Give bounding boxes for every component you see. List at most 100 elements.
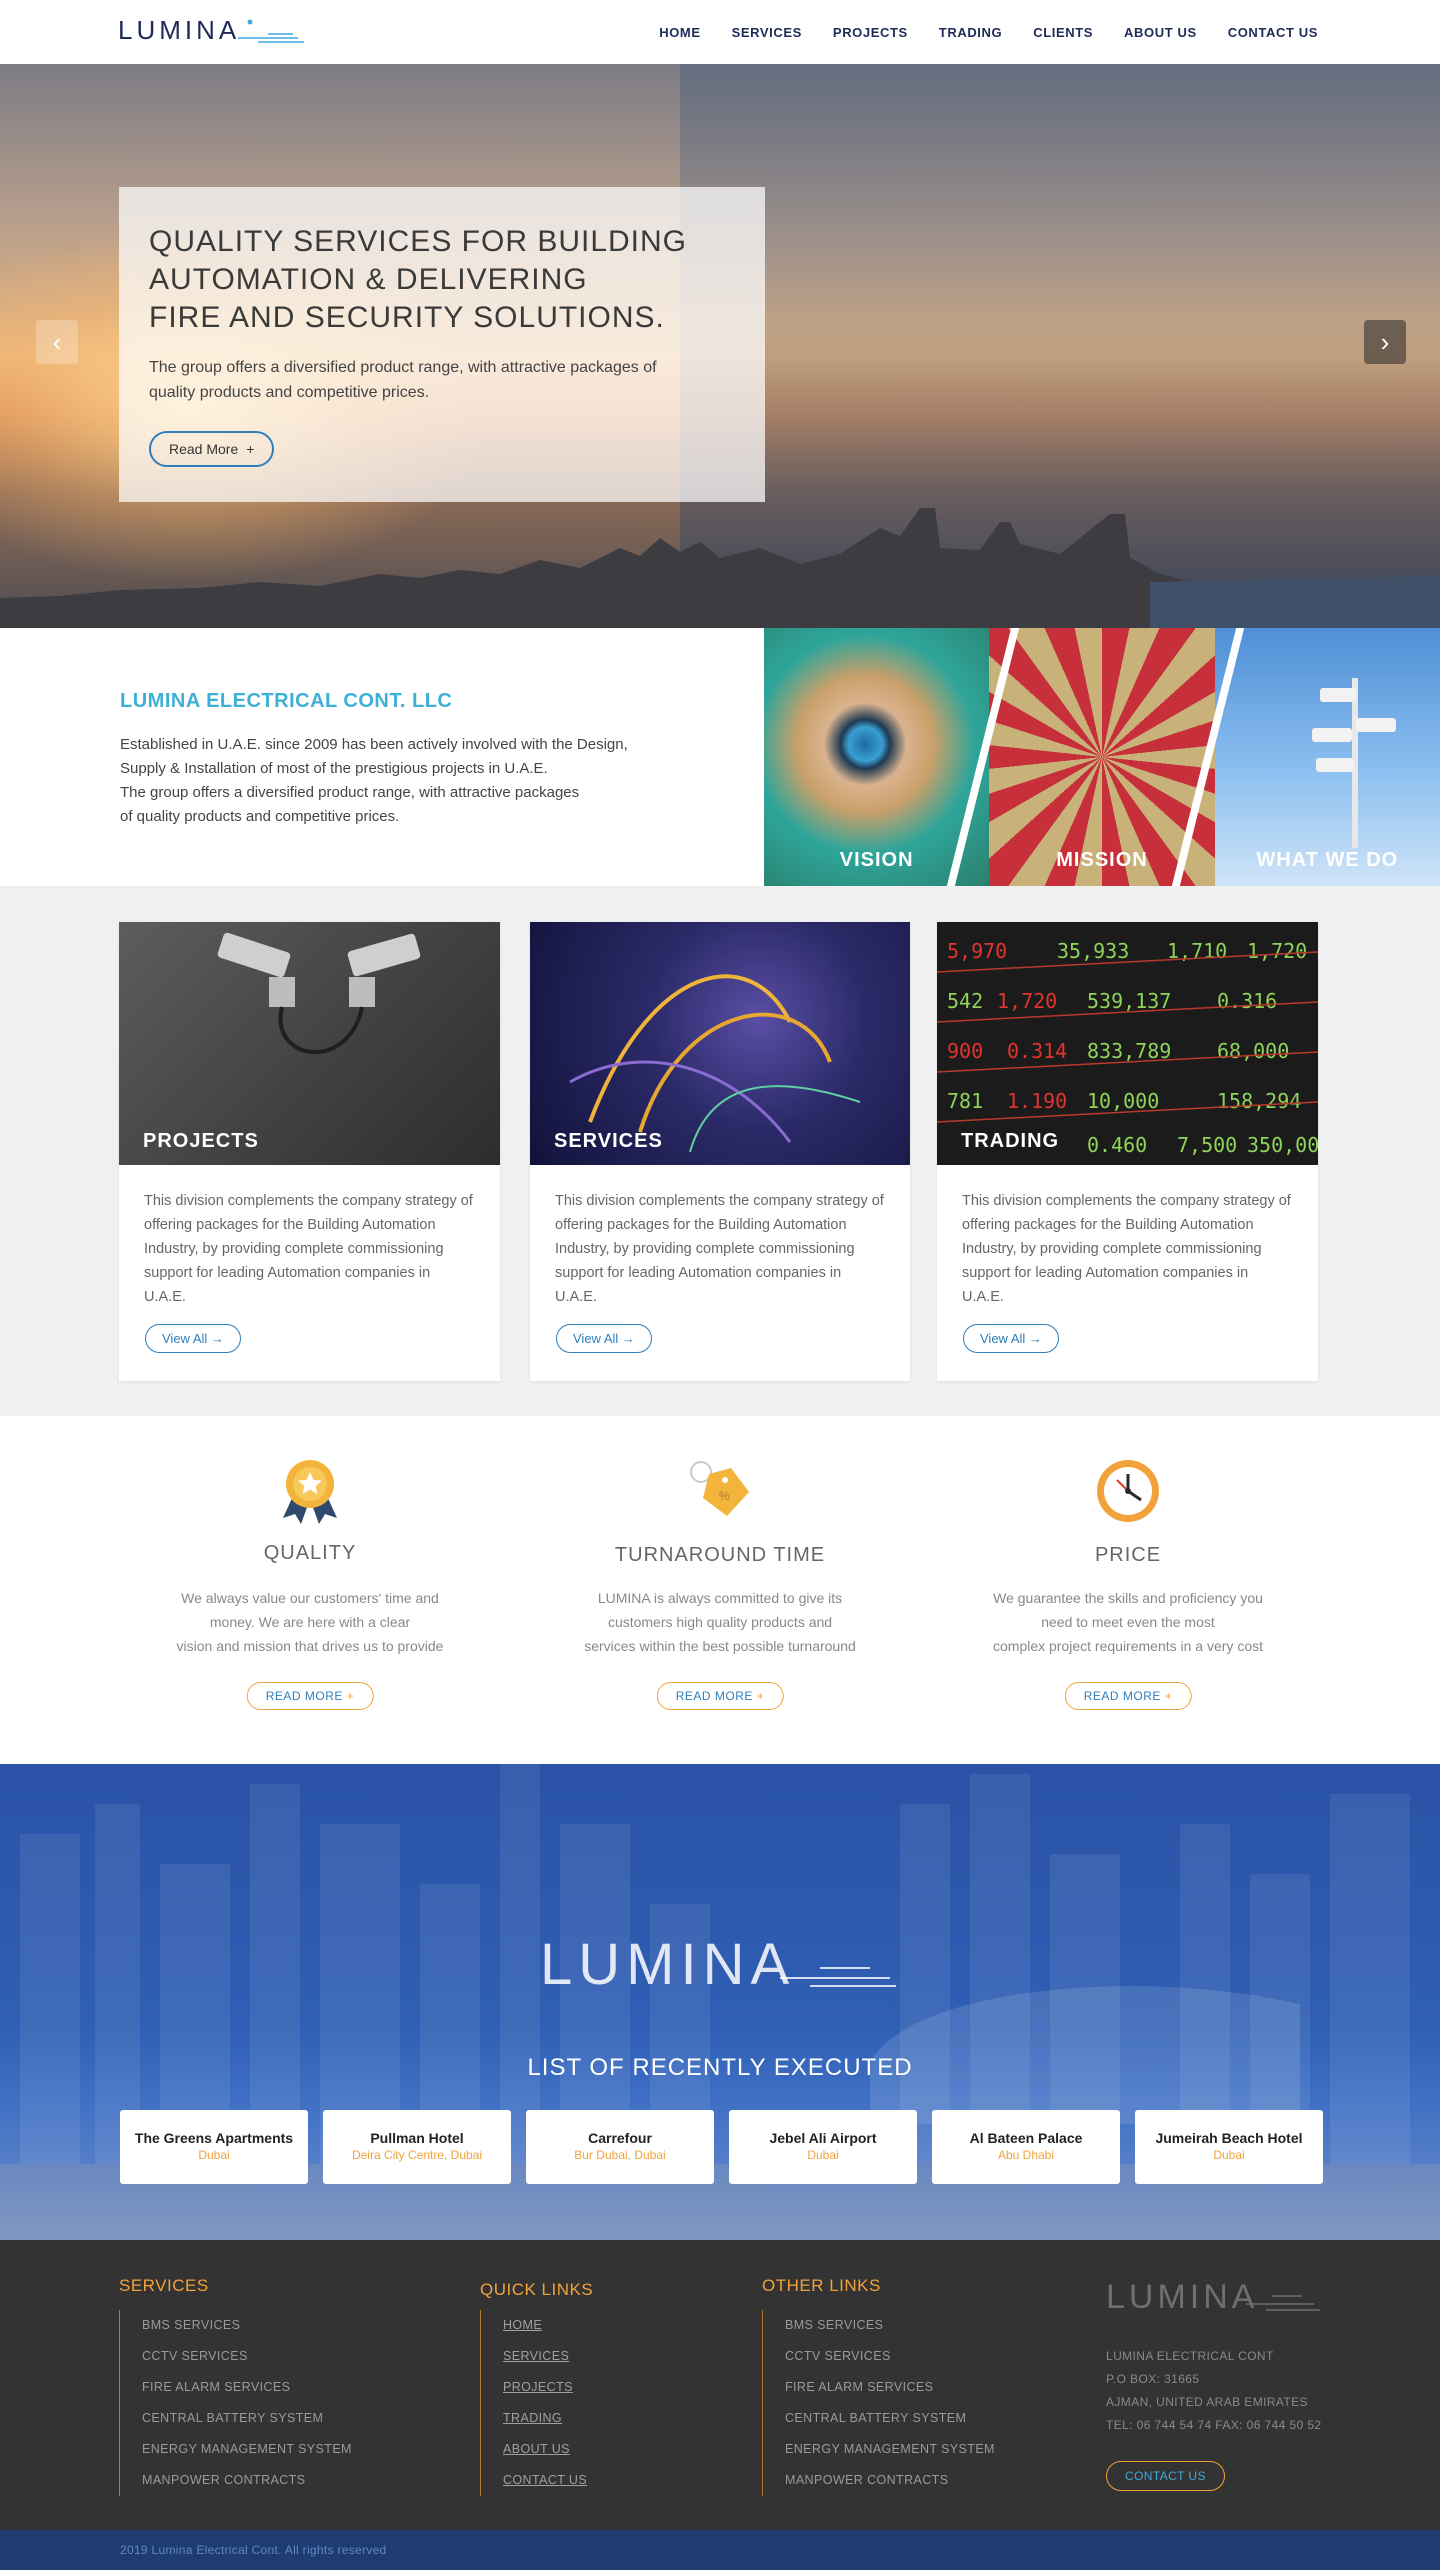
footer-link[interactable]: ENERGY MANAGEMENT SYSTEM <box>785 2434 995 2465</box>
svg-text:5,970: 5,970 <box>947 939 1007 963</box>
footer-link[interactable]: CONTACT US <box>503 2465 593 2496</box>
read-more-button[interactable]: READ MORE + <box>246 1682 374 1710</box>
site-header: LUMINA HOME SERVICES PROJECTS TRADING CL… <box>0 0 1440 64</box>
footer-link[interactable]: CENTRAL BATTERY SYSTEM <box>785 2403 995 2434</box>
read-more-button[interactable]: READ MORE + <box>656 1682 784 1710</box>
footer-link[interactable]: TRADING <box>503 2403 593 2434</box>
svg-text:35,933: 35,933 <box>1057 939 1129 963</box>
read-more-label: Read More <box>169 441 239 457</box>
svg-text:%: % <box>719 1489 730 1503</box>
hero-title-line: QUALITY SERVICES FOR BUILDING <box>149 225 688 258</box>
slider-prev-button[interactable]: ‹ <box>36 320 78 364</box>
nav-projects[interactable]: PROJECTS <box>833 25 908 40</box>
what-we-do-panel[interactable]: WHAT WE DO <box>1214 628 1440 886</box>
hero-read-more-button[interactable]: Read More + <box>149 431 275 467</box>
footer-col-title: QUICK LINKS <box>480 2280 594 2299</box>
division-card-services: SERVICES This division complements the c… <box>530 922 910 1381</box>
read-more-label: READ MORE <box>1083 1689 1161 1703</box>
client-location: Dubai <box>1213 2148 1245 2162</box>
client-name: Carrefour <box>588 2130 652 2146</box>
hero-text: The group offers a diversified product r… <box>149 359 657 401</box>
contact-line: AJMAN, UNITED ARAB EMIRATES <box>1106 2395 1308 2409</box>
nav-home[interactable]: HOME <box>659 25 700 40</box>
contact-info: LUMINA ELECTRICAL CONT P.O BOX: 31665 AJ… <box>1106 2345 1322 2437</box>
arrow-right-icon: → <box>1028 1331 1042 1346</box>
feature-turnaround: % TURNAROUND TIME LUMINA is always commi… <box>555 1416 885 1764</box>
footer-link[interactable]: CENTRAL BATTERY SYSTEM <box>142 2403 352 2434</box>
recent-projects-title: LIST OF RECENTLY EXECUTED <box>527 2054 913 2081</box>
footer-services: SERVICES BMS SERVICES CCTV SERVICES FIRE… <box>119 2276 352 2496</box>
nav-clients[interactable]: CLIENTS <box>1033 25 1093 40</box>
footer-link[interactable]: HOME <box>503 2310 593 2341</box>
client-location: Deira City Centre, Dubai <box>351 2148 483 2162</box>
footer-link[interactable]: BMS SERVICES <box>785 2310 995 2341</box>
site-logo[interactable]: LUMINA <box>118 15 310 51</box>
view-all-button[interactable]: View All → <box>963 1324 1059 1353</box>
footer-link[interactable]: ABOUT US <box>503 2434 593 2465</box>
footer-link[interactable]: MANPOWER CONTRACTS <box>785 2465 995 2496</box>
nav-contact-us[interactable]: CONTACT US <box>1228 25 1318 40</box>
client-card[interactable]: Al Bateen Palace Abu Dhabi <box>932 2110 1120 2184</box>
svg-text:542: 542 <box>947 989 983 1013</box>
hero-title-line: AUTOMATION & DELIVERING <box>149 263 588 296</box>
view-all-label: View All <box>162 1331 208 1346</box>
contact-us-button[interactable]: CONTACT US <box>1106 2461 1225 2491</box>
cctv-pole-icon <box>1311 678 1396 848</box>
client-location: Dubai <box>198 2148 230 2162</box>
svg-text:350,000: 350,000 <box>1247 1133 1318 1157</box>
plus-icon: + <box>1164 1689 1173 1703</box>
footer-list: HOME SERVICES PROJECTS TRADING ABOUT US … <box>480 2310 593 2496</box>
footer-link[interactable]: SERVICES <box>503 2341 593 2372</box>
footer-link[interactable]: PROJECTS <box>503 2372 593 2403</box>
divisions-section: PROJECTS This division complements the c… <box>0 886 1440 1416</box>
services-image: SERVICES <box>530 922 910 1165</box>
footer-link[interactable]: CCTV SERVICES <box>785 2341 995 2372</box>
client-card[interactable]: Pullman Hotel Deira City Centre, Dubai <box>323 2110 511 2184</box>
plus-icon: + <box>756 1689 765 1703</box>
nav-services[interactable]: SERVICES <box>732 25 802 40</box>
nav-trading[interactable]: TRADING <box>939 25 1002 40</box>
view-all-button[interactable]: View All → <box>556 1324 652 1353</box>
footer-quick-links: QUICK LINKS HOME SERVICES PROJECTS TRADI… <box>480 2280 593 2496</box>
arrow-right-icon: → <box>210 1331 224 1346</box>
about-text-line: Supply & Installation of most of the pre… <box>120 760 548 777</box>
client-card[interactable]: The Greens Apartments Dubai <box>120 2110 308 2184</box>
feature-text-line: complex project requirements in a very c… <box>993 1638 1263 1654</box>
feature-text-line: We guarantee the skills and proficiency … <box>993 1590 1263 1606</box>
footer-link[interactable]: FIRE ALARM SERVICES <box>785 2372 995 2403</box>
client-card[interactable]: Jebel Ali Airport Dubai <box>729 2110 917 2184</box>
footer-link[interactable]: CCTV SERVICES <box>142 2341 352 2372</box>
view-all-button[interactable]: View All → <box>145 1324 241 1353</box>
feature-title: PRICE <box>1094 1544 1162 1566</box>
client-name: Al Bateen Palace <box>969 2130 1083 2146</box>
footer-link[interactable]: FIRE ALARM SERVICES <box>142 2372 352 2403</box>
svg-text:158,294: 158,294 <box>1217 1089 1301 1113</box>
footer-link[interactable]: ENERGY MANAGEMENT SYSTEM <box>142 2434 352 2465</box>
client-location: Dubai <box>807 2148 839 2162</box>
feature-title: TURNAROUND TIME <box>614 1544 826 1566</box>
band-logo: LUMINA <box>540 1932 900 2001</box>
footer-col-title: OTHER LINKS <box>762 2276 881 2295</box>
footer-link[interactable]: MANPOWER CONTRACTS <box>142 2465 352 2496</box>
hero-slider: ‹ › QUALITY SERVICES FOR BUILDING AUTOMA… <box>0 64 1440 628</box>
about-text: Established in U.A.E. since 2009 has bee… <box>120 733 644 829</box>
client-card[interactable]: Carrefour Bur Dubai, Dubai <box>526 2110 714 2184</box>
site-footer: SERVICES BMS SERVICES CCTV SERVICES FIRE… <box>0 2240 1440 2530</box>
footer-link[interactable]: BMS SERVICES <box>142 2310 352 2341</box>
card-label: SERVICES <box>554 1130 663 1152</box>
svg-text:833,789: 833,789 <box>1087 1039 1171 1063</box>
svg-text:900: 900 <box>947 1039 983 1063</box>
features-section: QUALITY We always value our customers' t… <box>0 1416 1440 1764</box>
slider-next-button[interactable]: › <box>1364 320 1406 364</box>
nav-about-us[interactable]: ABOUT US <box>1124 25 1197 40</box>
client-card[interactable]: Jumeirah Beach Hotel Dubai <box>1135 2110 1323 2184</box>
feature-price: PRICE We guarantee the skills and profic… <box>963 1416 1293 1764</box>
svg-text:539,137: 539,137 <box>1087 989 1171 1013</box>
cctv-cameras-icon <box>217 932 421 1055</box>
svg-text:0.460: 0.460 <box>1087 1133 1147 1157</box>
chevron-left-icon: ‹ <box>52 326 62 357</box>
read-more-button[interactable]: READ MORE + <box>1064 1682 1192 1710</box>
svg-text:LUMINA: LUMINA <box>118 16 240 45</box>
division-card-trading: 5,970 35,933 1,710 1,720 542 1,720 539,137 0.3… <box>937 922 1318 1381</box>
client-name: The Greens Apartments <box>134 2130 294 2146</box>
